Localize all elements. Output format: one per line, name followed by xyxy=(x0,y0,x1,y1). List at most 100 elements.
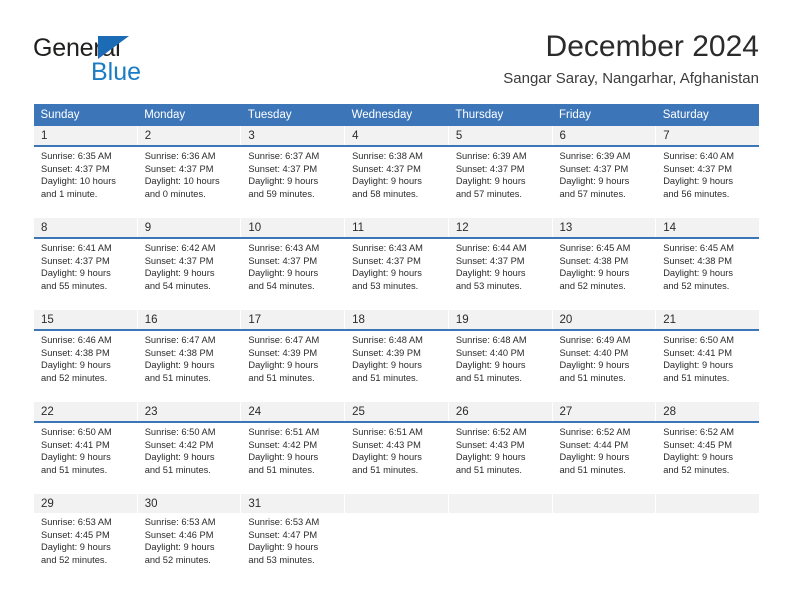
day-cell[interactable]: Sunrise: 6:36 AM Sunset: 4:37 PM Daylight:… xyxy=(136,147,241,209)
day-number[interactable]: 28 xyxy=(655,402,760,421)
day-cell[interactable]: Sunrise: 6:45 AM Sunset: 4:38 PM Daylight:… xyxy=(551,239,656,301)
day-cell[interactable]: Sunrise: 6:47 AM Sunset: 4:39 PM Daylight:… xyxy=(240,331,345,393)
day-sunrise-text: Sunrise: 6:50 AM xyxy=(663,335,735,345)
day-cell[interactable]: Sunrise: 6:49 AM Sunset: 4:40 PM Daylight:… xyxy=(551,331,656,393)
day-number[interactable]: 2 xyxy=(136,126,241,145)
day-number[interactable]: 9 xyxy=(136,218,241,237)
day-sunrise-text: Sunrise: 6:41 AM xyxy=(41,243,112,253)
day-cell[interactable]: Sunrise: 6:53 AM Sunset: 4:45 PM Daylight:… xyxy=(33,513,138,575)
day-number[interactable]: 26 xyxy=(447,402,553,421)
day-cell-empty xyxy=(655,513,760,575)
day-number-empty xyxy=(447,494,553,513)
week-gap-space xyxy=(33,301,760,310)
day-cell[interactable]: Sunrise: 6:51 AM Sunset: 4:43 PM Daylight:… xyxy=(344,423,449,485)
day-number[interactable]: 16 xyxy=(136,310,241,329)
day-number[interactable]: 1 xyxy=(33,126,138,145)
calendar-page: General Blue December 2024 Sangar Saray,… xyxy=(0,0,792,612)
day-daylight-line-text: Daylight: 9 hours xyxy=(559,268,630,279)
day-number[interactable]: 30 xyxy=(136,494,241,513)
day-cell[interactable]: Sunrise: 6:48 AM Sunset: 4:40 PM Daylight:… xyxy=(447,331,553,393)
day-cell[interactable]: Sunrise: 6:46 AM Sunset: 4:38 PM Daylight:… xyxy=(33,331,138,393)
day-sunrise-text: Sunrise: 6:39 AM xyxy=(559,151,631,161)
day-number[interactable]: 17 xyxy=(240,310,345,329)
day-number[interactable]: 23 xyxy=(136,402,241,421)
day-cell[interactable]: Sunrise: 6:43 AM Sunset: 4:37 PM Daylight:… xyxy=(344,239,449,301)
day-number[interactable]: 6 xyxy=(551,126,656,145)
day-cell[interactable]: Sunrise: 6:43 AM Sunset: 4:37 PM Daylight:… xyxy=(240,239,345,301)
day-cell[interactable]: Sunrise: 6:47 AM Sunset: 4:38 PM Daylight:… xyxy=(136,331,241,393)
day-number[interactable]: 7 xyxy=(655,126,760,145)
day-number[interactable]: 20 xyxy=(551,310,656,329)
day-number[interactable]: 27 xyxy=(551,402,656,421)
day-cell[interactable]: Sunrise: 6:53 AM Sunset: 4:46 PM Daylight:… xyxy=(136,513,241,575)
day-daylight-line-text: Daylight: 9 hours xyxy=(559,176,630,187)
day-daylight-line-text: and 52 minutes. xyxy=(41,554,108,565)
day-cell[interactable]: Sunrise: 6:39 AM Sunset: 4:37 PM Daylight:… xyxy=(551,147,656,209)
weekday-header-friday: Friday xyxy=(552,104,656,126)
day-sunset-text: Sunset: 4:43 PM xyxy=(352,439,421,450)
day-daylight-line-text: Daylight: 9 hours xyxy=(144,268,215,279)
day-number[interactable]: 13 xyxy=(551,218,656,237)
day-cell[interactable]: Sunrise: 6:42 AM Sunset: 4:37 PM Daylight:… xyxy=(136,239,241,301)
day-sunrise-text: Sunrise: 6:48 AM xyxy=(455,335,527,345)
day-number[interactable]: 19 xyxy=(447,310,553,329)
day-number[interactable]: 24 xyxy=(240,402,345,421)
day-number[interactable]: 8 xyxy=(33,218,138,237)
day-daylight-line-text: and 51 minutes. xyxy=(352,372,419,383)
day-sunset-text: Sunset: 4:37 PM xyxy=(144,255,214,266)
day-cell[interactable]: Sunrise: 6:39 AM Sunset: 4:37 PM Daylight:… xyxy=(447,147,553,209)
day-sunset-text: Sunset: 4:37 PM xyxy=(455,255,525,266)
week-daynumber-row: 22 23 24 25 26 27 28 xyxy=(33,402,760,421)
day-cell-empty xyxy=(344,513,449,575)
day-daylight-line-text: Daylight: 9 hours xyxy=(455,176,526,187)
page-header: General Blue December 2024 Sangar Saray,… xyxy=(33,28,759,98)
day-number[interactable]: 22 xyxy=(33,402,138,421)
week-details-row: Sunrise: 6:53 AM Sunset: 4:45 PM Daylight:… xyxy=(33,513,760,575)
day-number[interactable]: 4 xyxy=(344,126,449,145)
day-cell[interactable]: Sunrise: 6:50 AM Sunset: 4:41 PM Daylight:… xyxy=(655,331,760,393)
day-cell[interactable]: Sunrise: 6:44 AM Sunset: 4:37 PM Daylight:… xyxy=(447,239,553,301)
day-daylight-line-text: Daylight: 9 hours xyxy=(352,360,422,371)
day-number[interactable]: 10 xyxy=(240,218,345,237)
day-cell[interactable]: Sunrise: 6:40 AM Sunset: 4:37 PM Daylight:… xyxy=(655,147,760,209)
day-sunrise-text: Sunrise: 6:53 AM xyxy=(144,517,216,527)
day-cell[interactable]: Sunrise: 6:38 AM Sunset: 4:37 PM Daylight:… xyxy=(344,147,449,209)
day-daylight-line-text: and 53 minutes. xyxy=(352,280,419,291)
day-cell[interactable]: Sunrise: 6:53 AM Sunset: 4:47 PM Daylight:… xyxy=(240,513,345,575)
day-cell[interactable]: Sunrise: 6:51 AM Sunset: 4:42 PM Daylight:… xyxy=(240,423,345,485)
day-number[interactable]: 18 xyxy=(344,310,449,329)
day-daylight-line-text: and 52 minutes. xyxy=(41,372,108,383)
day-sunrise-text: Sunrise: 6:51 AM xyxy=(352,427,423,437)
day-daylight-line-text: Daylight: 9 hours xyxy=(144,360,215,371)
day-sunrise-text: Sunrise: 6:50 AM xyxy=(144,427,216,437)
day-number[interactable]: 5 xyxy=(447,126,553,145)
day-number[interactable]: 14 xyxy=(655,218,760,237)
day-cell[interactable]: Sunrise: 6:52 AM Sunset: 4:45 PM Daylight:… xyxy=(655,423,760,485)
day-number[interactable]: 12 xyxy=(447,218,553,237)
day-cell[interactable]: Sunrise: 6:45 AM Sunset: 4:38 PM Daylight:… xyxy=(655,239,760,301)
day-cell[interactable]: Sunrise: 6:52 AM Sunset: 4:44 PM Daylight:… xyxy=(551,423,656,485)
day-daylight-line-text: and 51 minutes. xyxy=(559,372,626,383)
day-daylight-line-text: Daylight: 9 hours xyxy=(248,542,319,553)
day-cell[interactable]: Sunrise: 6:41 AM Sunset: 4:37 PM Daylight:… xyxy=(33,239,138,301)
day-number[interactable]: 3 xyxy=(240,126,345,145)
day-cell[interactable]: Sunrise: 6:50 AM Sunset: 4:41 PM Daylight:… xyxy=(33,423,138,485)
day-number[interactable]: 11 xyxy=(344,218,449,237)
day-cell[interactable]: Sunrise: 6:52 AM Sunset: 4:43 PM Daylight:… xyxy=(447,423,553,485)
day-sunrise-text: Sunrise: 6:47 AM xyxy=(248,335,320,345)
calendar-grid: Sunday Monday Tuesday Wednesday Thursday… xyxy=(33,104,760,575)
day-cell[interactable]: Sunrise: 6:50 AM Sunset: 4:42 PM Daylight:… xyxy=(136,423,241,485)
day-number[interactable]: 25 xyxy=(344,402,449,421)
day-cell[interactable]: Sunrise: 6:48 AM Sunset: 4:39 PM Daylight:… xyxy=(344,331,449,393)
day-sunset-text: Sunset: 4:37 PM xyxy=(663,163,732,174)
day-daylight-line-text: Daylight: 9 hours xyxy=(352,268,422,279)
day-sunrise-text: Sunrise: 6:35 AM xyxy=(41,151,112,161)
day-daylight-line-text: Daylight: 9 hours xyxy=(455,268,526,279)
day-number[interactable]: 15 xyxy=(33,310,138,329)
day-cell[interactable]: Sunrise: 6:35 AM Sunset: 4:37 PM Daylight:… xyxy=(33,147,138,209)
day-sunrise-text: Sunrise: 6:45 AM xyxy=(559,243,631,253)
day-cell[interactable]: Sunrise: 6:37 AM Sunset: 4:37 PM Daylight:… xyxy=(240,147,345,209)
day-number[interactable]: 29 xyxy=(33,494,138,513)
day-number[interactable]: 21 xyxy=(655,310,760,329)
day-number[interactable]: 31 xyxy=(240,494,345,513)
